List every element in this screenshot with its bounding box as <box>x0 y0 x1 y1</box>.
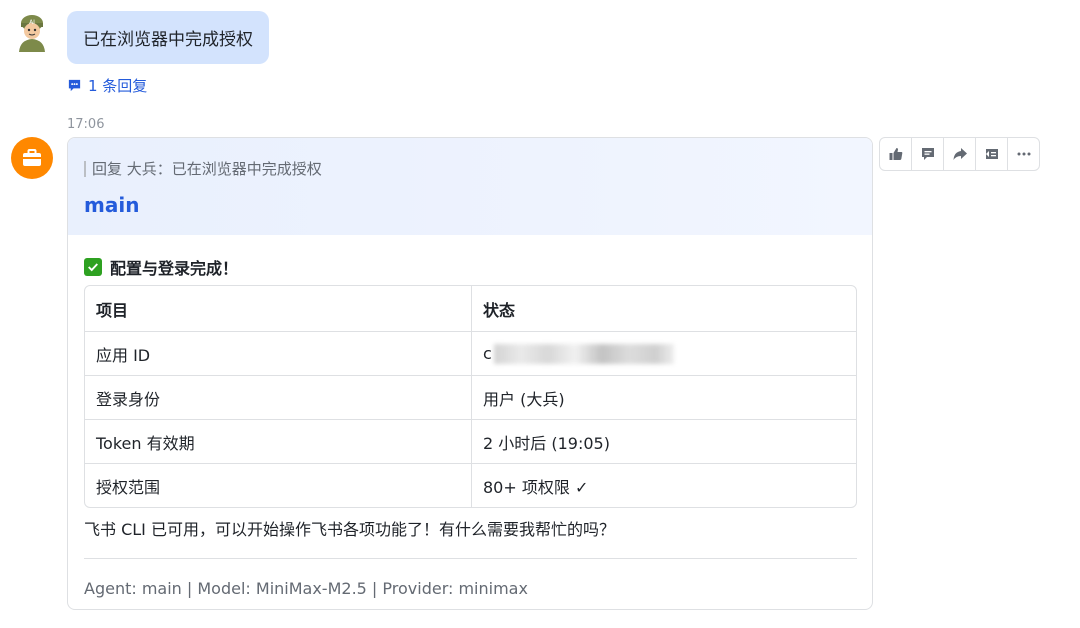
card-footer: Agent: main | Model: MiniMax-M2.5 | Prov… <box>84 579 528 598</box>
card-body: 配置与登录完成！ 项目 状态 应用 ID c 登录身份 用户 (大兵) Toke… <box>68 235 872 598</box>
thumbs-up-button[interactable] <box>880 138 911 170</box>
more-icon <box>1017 152 1030 156</box>
forward-icon <box>953 148 967 160</box>
status-heading-text: 配置与登录完成！ <box>110 259 239 278</box>
table-cell-app-id: c <box>471 332 856 375</box>
table-cell: 80+ 项权限 ✓ <box>471 464 856 507</box>
table-header-cell: 状态 <box>471 286 856 331</box>
reply-quote-text: 回复 大兵：已在浏览器中完成授权 <box>92 160 322 178</box>
table-cell: 登录身份 <box>96 389 161 409</box>
status-heading: 配置与登录完成！ <box>84 255 856 279</box>
card-header: 回复 大兵：已在浏览器中完成授权 main <box>68 138 872 235</box>
comment-icon <box>921 148 934 160</box>
reply-thread-link[interactable]: 1 条回复 <box>67 75 147 96</box>
table-cell: Token 有效期 <box>96 433 195 453</box>
user-message-bubble: 已在浏览器中完成授权 <box>67 11 269 64</box>
checkmark-icon <box>84 258 102 276</box>
table-header-cell: 项目 <box>96 300 129 320</box>
user-avatar[interactable]: AI <box>14 12 50 52</box>
redacted-blur <box>493 343 674 364</box>
forward-button[interactable] <box>943 138 975 170</box>
table-cell: 授权范围 <box>96 477 161 497</box>
table-row: 登录身份 用户 (大兵) <box>85 375 856 419</box>
card-divider <box>84 558 857 559</box>
table-row: 应用 ID c <box>85 331 856 375</box>
svg-text:AI: AI <box>29 19 35 26</box>
message-timestamp: 17:06 <box>67 117 105 132</box>
thumbs-up-icon <box>889 148 902 160</box>
bot-reply-card: 回复 大兵：已在浏览器中完成授权 main 配置与登录完成！ 项目 状态 应用 … <box>67 137 873 610</box>
pin-button[interactable] <box>975 138 1007 170</box>
app-id-value: c <box>483 344 492 363</box>
config-table: 项目 状态 应用 ID c 登录身份 用户 (大兵) Token 有效期 2 小… <box>84 285 857 508</box>
reply-icon <box>68 79 81 92</box>
card-message: 飞书 CLI 已可用，可以开始操作飞书各项功能了！有什么需要我帮忙的吗？ <box>84 520 615 539</box>
table-cell: 用户 (大兵) <box>471 376 856 419</box>
comment-button[interactable] <box>911 138 943 170</box>
more-button[interactable] <box>1007 138 1039 170</box>
reply-count-label: 1 条回复 <box>88 77 148 95</box>
table-cell: 应用 ID <box>96 345 151 365</box>
table-row: Token 有效期 2 小时后 (19:05) <box>85 419 856 463</box>
table-header-row: 项目 状态 <box>85 286 856 331</box>
user-message-text: 已在浏览器中完成授权 <box>83 30 253 50</box>
card-title: main <box>84 193 140 217</box>
table-row: 授权范围 80+ 项权限 ✓ <box>85 463 856 507</box>
message-action-toolbar <box>879 137 1040 171</box>
pin-icon <box>985 149 998 159</box>
table-cell: 2 小时后 (19:05) <box>471 420 856 463</box>
bot-avatar[interactable] <box>11 137 53 179</box>
briefcase-icon <box>23 149 41 166</box>
reply-quote[interactable]: 回复 大兵：已在浏览器中完成授权 <box>84 158 856 179</box>
quote-bar <box>84 160 86 177</box>
